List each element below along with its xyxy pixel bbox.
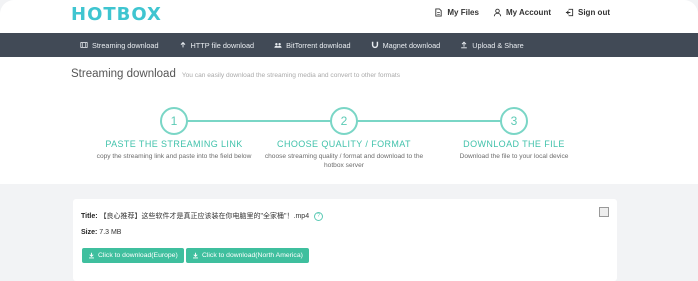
nav-item-upload-share[interactable]: Upload & Share — [460, 41, 524, 50]
download-icon — [193, 252, 198, 259]
step-1-circle: 1 — [160, 107, 188, 135]
nav-label: Streaming download — [92, 40, 159, 50]
my-account-link[interactable]: My Account — [493, 8, 551, 17]
sign-out-link[interactable]: Sign out — [565, 8, 610, 17]
info-icon[interactable]: ? — [314, 211, 324, 221]
my-account-label: My Account — [505, 8, 551, 17]
step-2-circle: 2 — [330, 107, 358, 135]
group-icon — [274, 43, 282, 48]
film-icon — [80, 42, 88, 48]
page-subtitle: You can easily download the streaming me… — [181, 72, 401, 79]
download-icon — [89, 252, 94, 259]
title-value: 【良心推荐】这些软件才是真正应该装在你电脑里的"全家桶"！.mp4 — [99, 213, 310, 220]
download-europe-button[interactable]: Click to download(Europe) — [82, 248, 184, 263]
upload-icon — [461, 41, 467, 49]
step-3-title: DOWNLOAD THE FILE — [463, 139, 565, 149]
step-1-title: PASTE THE STREAMING LINK — [105, 139, 243, 149]
user-icon — [493, 8, 502, 17]
main-nav: Streaming download HTTP file download Bi… — [0, 33, 698, 57]
step-3-desc: Download the file to your local device — [459, 153, 569, 160]
account-links: My Files My Account Sign out — [434, 8, 610, 17]
my-files-label: My Files — [447, 8, 479, 17]
page-title: Streaming download — [71, 68, 176, 80]
main-section: Streaming download You can easily downlo… — [0, 57, 698, 184]
step-1-desc: copy the streaming link and paste into t… — [96, 153, 252, 160]
nav-label: HTTP file download — [190, 40, 255, 50]
nav-item-streaming-download[interactable]: Streaming download — [80, 41, 159, 50]
sign-out-label: Sign out — [578, 8, 610, 17]
hotbox-logo[interactable]: HOTBOX — [71, 4, 162, 25]
my-files-link[interactable]: My Files — [434, 8, 479, 17]
title-row: Title: 【良心推荐】这些软件才是真正应该装在你电脑里的"全家桶"！.mp4… — [81, 211, 324, 221]
nav-label: Magnet download — [382, 40, 441, 50]
size-label: Size: — [81, 229, 98, 236]
step-2-title: CHOOSE QUALITY / FORMAT — [277, 139, 411, 149]
top-header: HOTBOX My Files My Account Sign out — [0, 0, 698, 33]
broken-image-icon — [599, 207, 609, 217]
nav-label: Upload & Share — [472, 40, 524, 50]
nav-item-magnet-download[interactable]: Magnet download — [371, 40, 441, 50]
file-icon — [435, 8, 443, 17]
nav-item-bittorrent-download[interactable]: BitTorrent download — [274, 41, 351, 50]
step-3-circle: 3 — [500, 107, 528, 135]
result-card: Title: 【良心推荐】这些软件才是真正应该装在你电脑里的"全家桶"！.mp4… — [73, 199, 617, 281]
title-label: Title: — [81, 213, 98, 220]
download-north-america-button[interactable]: Click to download(North America) — [186, 248, 309, 263]
magnet-icon — [371, 41, 378, 49]
nav-item-http-file-download[interactable]: HTTP file download — [179, 40, 255, 50]
size-value: 7.3 MB — [99, 229, 122, 236]
sign-out-icon — [565, 8, 574, 17]
step-2-desc: choose streaming quality / format and do… — [264, 153, 424, 169]
button-label: Click to download(Europe) — [98, 252, 178, 259]
button-label: Click to download(North America) — [202, 252, 303, 259]
nav-label: BitTorrent download — [286, 40, 351, 50]
upload-icon — [180, 41, 185, 48]
app-frame: HOTBOX My Files My Account Sign out Stre… — [0, 0, 698, 281]
size-row: Size: 7.3 MB — [81, 229, 121, 236]
